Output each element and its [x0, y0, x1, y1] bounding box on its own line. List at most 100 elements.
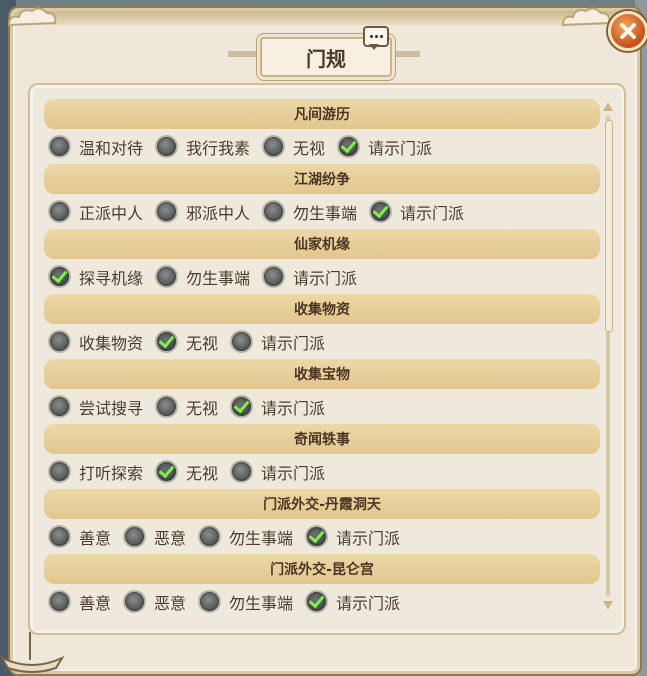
- category-title: 仙家机缘: [294, 237, 350, 253]
- radio-option[interactable]: 请示门派: [305, 590, 400, 614]
- radio-unchecked-icon[interactable]: [262, 265, 286, 288]
- radio-option[interactable]: 尝试搜寻: [48, 395, 143, 419]
- radio-unchecked-icon[interactable]: [155, 265, 179, 288]
- radio-option[interactable]: 收集物资: [48, 330, 143, 354]
- radio-unchecked-icon[interactable]: [230, 460, 254, 483]
- rules-scrollbar[interactable]: [603, 100, 613, 612]
- option-label: 无视: [186, 398, 219, 418]
- radio-option[interactable]: 请示门派: [337, 135, 432, 159]
- option-label: 收集物资: [79, 333, 144, 353]
- radio-unchecked-icon[interactable]: [155, 135, 179, 158]
- category-title: 凡间游历: [294, 107, 350, 123]
- radio-unchecked-icon[interactable]: [48, 590, 71, 613]
- close-button[interactable]: [608, 11, 647, 51]
- radio-option[interactable]: 请示门派: [230, 395, 325, 419]
- option-row: 收集物资 无视 请示门派: [44, 324, 600, 359]
- option-label: 善意: [79, 528, 112, 548]
- category-header: 奇闻轶事: [44, 424, 600, 454]
- radio-unchecked-icon[interactable]: [198, 590, 222, 613]
- category-header: 凡间游历: [44, 99, 600, 129]
- option-row: 探寻机缘 勿生事端 请示门派: [44, 259, 600, 294]
- radio-option[interactable]: 探寻机缘: [48, 265, 143, 289]
- category-title: 门派外交-丹霞洞天: [263, 497, 381, 513]
- option-row: 正派中人 邪派中人 勿生事端 请示门派: [44, 194, 600, 229]
- radio-option[interactable]: 我行我素: [155, 135, 250, 159]
- radio-option[interactable]: 请示门派: [305, 525, 400, 549]
- radio-option[interactable]: 正派中人: [48, 200, 143, 224]
- radio-option[interactable]: 温和对待: [48, 135, 143, 159]
- radio-unchecked-icon[interactable]: [48, 200, 71, 223]
- option-label: 勿生事端: [229, 528, 294, 548]
- radio-option[interactable]: 无视: [155, 460, 218, 484]
- scroll-thumb[interactable]: [605, 120, 613, 332]
- scroll-down-arrow-icon[interactable]: [603, 601, 613, 610]
- radio-unchecked-icon[interactable]: [123, 525, 147, 548]
- radio-unchecked-icon[interactable]: [48, 330, 71, 353]
- radio-option[interactable]: 勿生事端: [262, 200, 357, 224]
- rules-list-frame: 凡间游历 温和对待 我行我素 无视 请示门派 江湖纷争 正派中人 邪派中人 勿生事端 请示门派 仙家…: [28, 83, 626, 635]
- option-label: 勿生事端: [229, 593, 294, 613]
- option-label: 无视: [186, 333, 219, 353]
- option-label: 请示门派: [368, 138, 433, 158]
- radio-unchecked-icon[interactable]: [262, 200, 286, 223]
- radio-option[interactable]: 勿生事端: [198, 590, 293, 614]
- category-title: 门派外交-昆仑宫: [270, 562, 374, 578]
- category-title: 奇闻轶事: [294, 432, 350, 448]
- radio-option[interactable]: 无视: [262, 135, 325, 159]
- radio-unchecked-icon[interactable]: [48, 460, 71, 483]
- radio-option[interactable]: 善意: [48, 525, 111, 549]
- category-title: 江湖纷争: [294, 172, 350, 188]
- option-label: 请示门派: [261, 333, 326, 353]
- radio-unchecked-icon[interactable]: [198, 525, 222, 548]
- cloud-ornament-right-icon: [561, 7, 611, 27]
- option-label: 勿生事端: [293, 203, 358, 223]
- category-title: 收集物资: [294, 302, 350, 318]
- option-label: 请示门派: [261, 463, 326, 483]
- option-label: 打听探索: [79, 463, 144, 483]
- category-header: 门派外交-昆仑宫: [44, 554, 600, 584]
- radio-checked-icon[interactable]: [155, 460, 179, 483]
- category-header: 收集物资: [44, 294, 600, 324]
- radio-option[interactable]: 恶意: [123, 590, 186, 614]
- radio-checked-icon[interactable]: [305, 590, 329, 613]
- radio-option[interactable]: 善意: [48, 590, 111, 614]
- radio-option[interactable]: 请示门派: [230, 460, 325, 484]
- radio-checked-icon[interactable]: [337, 135, 361, 158]
- scroll-up-arrow-icon[interactable]: [603, 102, 613, 111]
- option-label: 恶意: [154, 528, 187, 548]
- radio-option[interactable]: 无视: [155, 395, 218, 419]
- radio-option[interactable]: 邪派中人: [155, 200, 250, 224]
- radio-option[interactable]: 恶意: [123, 525, 186, 549]
- radio-unchecked-icon[interactable]: [155, 200, 179, 223]
- radio-unchecked-icon[interactable]: [155, 395, 179, 418]
- radio-option[interactable]: 勿生事端: [198, 525, 293, 549]
- option-row: 打听探索 无视 请示门派: [44, 454, 600, 489]
- radio-option[interactable]: 无视: [155, 330, 218, 354]
- radio-checked-icon[interactable]: [48, 265, 71, 288]
- option-label: 请示门派: [336, 593, 401, 613]
- radio-unchecked-icon[interactable]: [48, 135, 71, 158]
- category-header: 门派外交-丹霞洞天: [44, 489, 600, 519]
- radio-option[interactable]: 请示门派: [369, 200, 464, 224]
- radio-checked-icon[interactable]: [369, 200, 393, 223]
- dialog-top-trim: [13, 11, 637, 25]
- category-header: 收集宝物: [44, 359, 600, 389]
- radio-unchecked-icon[interactable]: [262, 135, 286, 158]
- radio-checked-icon[interactable]: [155, 330, 179, 353]
- dialog-title: 门规: [306, 46, 346, 71]
- option-label: 无视: [293, 138, 326, 158]
- radio-checked-icon[interactable]: [230, 395, 254, 418]
- radio-unchecked-icon[interactable]: [230, 330, 254, 353]
- category-header: 江湖纷争: [44, 164, 600, 194]
- radio-unchecked-icon[interactable]: [48, 395, 71, 418]
- radio-option[interactable]: 请示门派: [262, 265, 357, 289]
- option-row: 温和对待 我行我素 无视 请示门派: [44, 129, 600, 164]
- radio-option[interactable]: 勿生事端: [155, 265, 250, 289]
- radio-option[interactable]: 请示门派: [230, 330, 325, 354]
- option-row: 善意 恶意 勿生事端 请示门派: [44, 519, 600, 554]
- title-ornament-right: [390, 51, 420, 57]
- radio-unchecked-icon[interactable]: [123, 590, 147, 613]
- radio-unchecked-icon[interactable]: [48, 525, 71, 548]
- radio-checked-icon[interactable]: [305, 525, 329, 548]
- radio-option[interactable]: 打听探索: [48, 460, 143, 484]
